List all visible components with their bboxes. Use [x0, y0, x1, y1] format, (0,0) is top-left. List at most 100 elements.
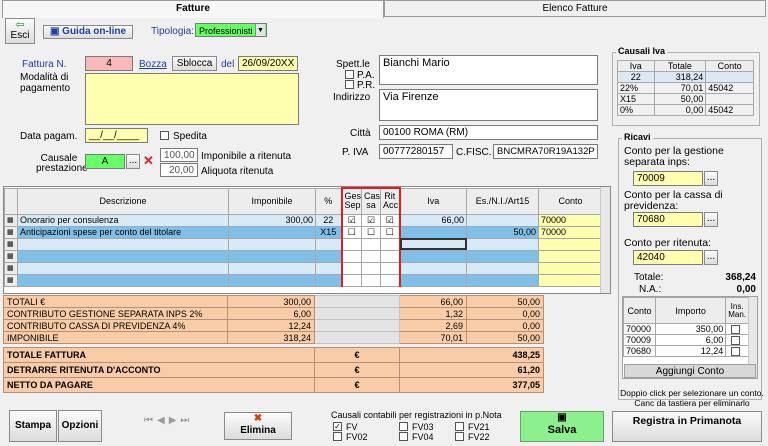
checked-icon[interactable]: ☑	[386, 215, 394, 225]
guida-online-button[interactable]: ▣ Guida on-line	[43, 25, 133, 39]
indirizzo-field[interactable]: Via Firenze	[379, 89, 598, 121]
col-conto: Conto	[705, 60, 754, 72]
cassa-conto-field[interactable]: 70680	[633, 212, 703, 227]
fv-checkbox[interactable]: ✓	[333, 422, 342, 431]
aliquota-ritenuta-field[interactable]: 20,00	[160, 163, 198, 177]
cassa-lookup-button[interactable]: ...	[704, 212, 718, 227]
sblocca-button[interactable]: Sblocca	[172, 56, 217, 71]
registra-primanota-button[interactable]: Registra in Primanota	[612, 411, 762, 442]
piva-field[interactable]: 00777280157	[379, 144, 453, 159]
spedita-checkbox[interactable]	[160, 131, 169, 140]
delete-icon: ✖	[253, 413, 263, 424]
next-record-icon[interactable]: ▶	[169, 415, 177, 426]
tab-elenco-fatture[interactable]: Elenco Fatture	[384, 0, 766, 17]
checked-icon[interactable]: ☑	[348, 215, 356, 225]
col-importo: Importo	[654, 297, 727, 324]
ins-man-checkbox[interactable]	[731, 336, 741, 345]
na-label: N.A.:	[639, 284, 662, 295]
elimina-button[interactable]: ✖ Elimina	[224, 412, 292, 440]
table-row[interactable]: 0% 0,00 45042	[617, 104, 754, 116]
tab-fatture[interactable]: Fatture	[2, 0, 384, 18]
unchecked-icon[interactable]: ☐	[348, 227, 356, 237]
first-record-icon[interactable]: ⏮	[144, 415, 153, 426]
gestione-conto-field[interactable]: 70009	[633, 171, 703, 186]
row-selector-icon[interactable]: ▦	[4, 237, 18, 251]
pa-checkbox[interactable]	[345, 70, 354, 79]
causale-clear-icon[interactable]: ✕	[143, 153, 154, 169]
table-row[interactable]: 22% 70,01 45042	[617, 82, 754, 94]
ins-man-checkbox[interactable]	[731, 325, 741, 334]
col-perc: %	[315, 187, 342, 215]
righe-scrollbar[interactable]	[600, 187, 610, 293]
row-selector-icon[interactable]: ▦	[4, 273, 18, 287]
totale-fattura-table: TOTALE FATTURA €438,25 DETRARRE RITENUTA …	[3, 347, 544, 393]
table-row[interactable]: ▦ Onorario per consulenza 300,00 22 ☑ ☑ …	[4, 213, 603, 227]
imponibile-ritenuta-field[interactable]: 100,00	[160, 148, 198, 162]
data-fattura-field[interactable]: 26/09/20XX	[238, 56, 298, 71]
modalita-label: Modalità di pagamento	[20, 72, 71, 94]
unchecked-icon[interactable]: ☐	[367, 227, 375, 237]
fv21-checkbox[interactable]	[455, 422, 464, 431]
col-rit-acc: Rit Acc	[380, 187, 401, 215]
ricavi-hint: Doppio click per selezionare un conto. C…	[620, 388, 764, 408]
data-pagam-label: Data pagam.	[20, 131, 78, 142]
table-row[interactable]: X15 50,00	[617, 93, 754, 105]
gestione-label: Conto per la gestione separata inps:	[624, 145, 724, 168]
fv04-checkbox[interactable]	[399, 432, 408, 441]
tipologia-select[interactable]: Professionisti ▼	[195, 23, 267, 37]
na-value: 0,00	[736, 284, 756, 295]
fv02-checkbox[interactable]	[333, 432, 342, 441]
unchecked-icon[interactable]: ☐	[386, 227, 394, 237]
fv-label: FV	[346, 422, 358, 432]
causali-iva-table: Iva Totale Conto 22 318,24 22% 70,01 45042 …	[617, 60, 754, 116]
cliente-name-field[interactable]: Bianchi Mario	[379, 55, 598, 85]
ritenuta-conto-field[interactable]: 42040	[633, 250, 703, 265]
modalita-pagamento-field[interactable]	[85, 73, 299, 125]
col-ges-sep: Ges Sep	[340, 187, 362, 215]
table-row[interactable]: 22 318,24	[617, 71, 754, 83]
table-row[interactable]: ▦	[4, 249, 603, 263]
table-row[interactable]: ▦ Anticipazioni spese per conto del tito…	[4, 225, 603, 239]
col-conto: Conto	[538, 187, 603, 215]
cfisc-field[interactable]: BNCMRA70R19A132P	[493, 144, 598, 159]
prev-record-icon[interactable]: ◀	[157, 415, 165, 426]
table-row[interactable]: ▦	[4, 261, 603, 275]
opzioni-button[interactable]: Opzioni	[58, 410, 102, 442]
causale-lookup-button[interactable]: ...	[126, 154, 140, 169]
ins-man-checkbox[interactable]	[731, 347, 741, 356]
row-selector-icon[interactable]: ▦	[4, 261, 18, 275]
pr-label: P.R.	[357, 80, 376, 91]
ricavi-title: Ricavi	[622, 132, 653, 142]
col-cassa: Cas sa	[361, 187, 381, 215]
table-row[interactable]: 70009 6,00	[623, 334, 749, 346]
col-totale: Totale	[653, 60, 707, 72]
fattura-number-field[interactable]: 4	[85, 56, 133, 71]
last-record-icon[interactable]: ⏭	[180, 415, 189, 426]
checked-icon[interactable]: ☑	[367, 215, 375, 225]
salva-button[interactable]: ▣ Salva	[520, 411, 604, 442]
row-selector-icon[interactable]: ▦	[4, 249, 18, 263]
table-row: CONTRIBUTO GESTIONE SEPARATA INPS 2% 6,00…	[3, 307, 544, 320]
ritenuta-lookup-button[interactable]: ...	[704, 250, 718, 265]
table-row[interactable]: ▦	[4, 237, 603, 251]
stampa-button[interactable]: Stampa	[9, 410, 57, 442]
spedita-label: Spedita	[173, 131, 207, 142]
esci-button[interactable]: ⇦ Esci	[5, 18, 35, 44]
fv22-checkbox[interactable]	[455, 432, 464, 441]
row-selector-icon[interactable]: ▦	[4, 213, 18, 227]
data-pagam-field[interactable]: __/__/____	[85, 128, 148, 143]
pr-checkbox[interactable]	[345, 80, 354, 89]
citta-field[interactable]: 00100 ROMA (RM)	[379, 125, 598, 140]
row-selector-icon[interactable]: ▦	[4, 225, 18, 239]
aggiungi-conto-button[interactable]: Aggiungi Conto	[624, 364, 756, 378]
table-row[interactable]: 70680 12,24	[623, 345, 749, 357]
table-row[interactable]: 70000 350,00	[623, 323, 749, 335]
totale-value: 368,24	[725, 272, 756, 283]
fv03-checkbox[interactable]	[399, 422, 408, 431]
fv02-label: FV02	[346, 432, 368, 442]
table-row[interactable]: ▦	[4, 273, 603, 287]
cassa-label: Conto per la cassa di previdenza:	[624, 189, 723, 212]
gestione-lookup-button[interactable]: ...	[704, 171, 718, 186]
bozza-link[interactable]: Bozza	[139, 59, 167, 70]
causale-field[interactable]: A	[85, 154, 125, 169]
